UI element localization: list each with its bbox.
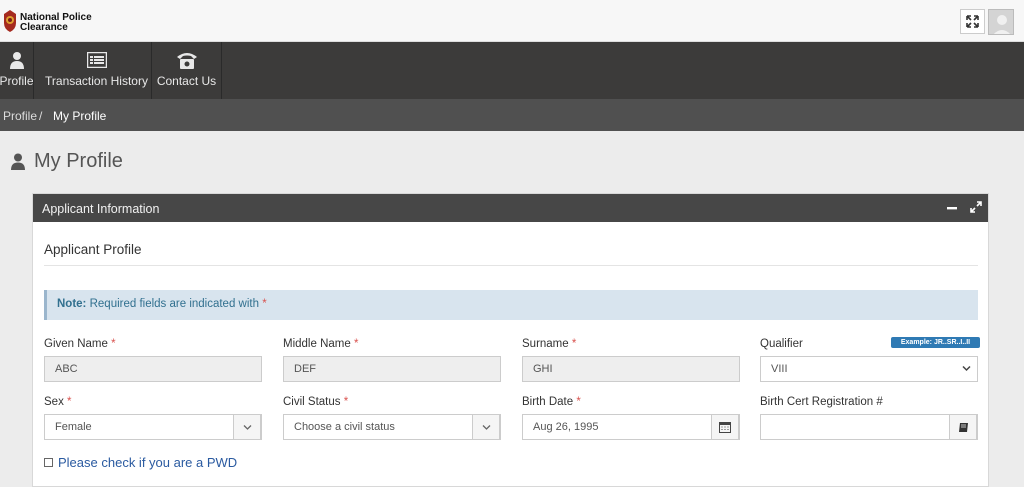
avatar-silhouette-icon [993,15,1011,34]
nav-item-contact-us[interactable]: Contact Us [152,42,222,99]
qualifier-select[interactable]: VIII [760,356,978,382]
breadcrumb: Profile / My Profile [0,99,1024,131]
required-mark: * [67,396,72,408]
birth-cert-addon [949,414,977,440]
label-text: Birth Date [522,396,574,408]
label-text: Given Name [44,338,108,350]
panel-header: Applicant Information [33,194,988,222]
required-mark: * [262,298,267,310]
phone-icon [176,51,198,69]
panel-title: Applicant Information [42,202,160,216]
civil-status-label: Civil Status * [283,396,348,408]
label-text: Sex [44,396,64,408]
pwd-checkbox-row[interactable]: Please check if you are a PWD [44,455,237,470]
label-text: Middle Name [283,338,351,350]
civil-status-dropdown-toggle[interactable] [472,414,500,440]
sex-dropdown-toggle[interactable] [233,414,261,440]
maximize-button[interactable] [970,201,982,216]
page-title-row: My Profile [10,148,123,174]
required-mark: * [353,338,359,350]
required-fields-note: Note: Required fields are indicated with… [44,290,978,320]
civil-status-value: Choose a civil status [294,421,395,433]
birth-date-value: Aug 26, 1995 [533,421,599,433]
sex-select[interactable]: Female [44,414,262,440]
user-icon [11,153,25,170]
nav-item-label: Contact Us [156,74,217,88]
required-mark: * [111,338,116,350]
civil-status-select[interactable]: Choose a civil status [283,414,501,440]
qualifier-label: Qualifier [760,338,803,350]
book-icon [958,422,968,432]
chevron-down-icon [482,424,490,430]
pwd-label[interactable]: Please check if you are a PWD [58,455,237,470]
main-navigation: Profile Transaction History Contact Us [0,42,1024,99]
surname-label: Surname * [522,338,576,350]
middle-name-input[interactable]: DEF [283,356,501,382]
required-mark: * [343,396,349,408]
fullscreen-button[interactable] [960,9,985,34]
collapse-button[interactable] [947,202,957,216]
sex-label: Sex * [44,396,72,408]
chevron-down-icon [962,365,971,372]
sex-value: Female [55,421,92,433]
calendar-icon [719,422,731,433]
minus-icon [947,207,957,210]
brand-name[interactable]: National Police Clearance [20,13,92,33]
chevron-down-icon [243,424,251,430]
label-text: Civil Status [283,396,341,408]
section-divider [44,265,978,266]
required-mark: * [576,396,581,408]
birth-date-label: Birth Date * [522,396,581,408]
middle-name-label: Middle Name * [283,338,358,350]
birth-date-input[interactable]: Aug 26, 1995 [522,414,740,440]
breadcrumb-separator: / [39,109,43,123]
required-mark: * [571,338,577,350]
list-icon [86,51,107,69]
note-text: Required fields are indicated with [89,298,259,310]
surname-input[interactable]: GHI [522,356,740,382]
given-name-input[interactable]: ABC [44,356,262,382]
expand-arrows-icon [970,201,982,213]
user-avatar[interactable] [988,9,1014,35]
note-prefix: Note: [57,298,87,310]
qualifier-value: VIII [771,363,788,375]
birth-cert-input[interactable] [760,414,978,440]
nav-item-transaction-history[interactable]: Transaction History [42,42,152,99]
brand-line-2: Clearance [20,22,68,33]
nav-item-label: Profile [0,74,34,88]
nav-item-profile[interactable]: Profile [0,42,34,99]
pwd-checkbox[interactable] [44,458,53,467]
calendar-button[interactable] [711,414,739,440]
police-logo-icon [4,10,16,32]
page-title: My Profile [34,149,123,172]
user-icon [9,51,25,69]
top-bar: National Police Clearance [0,0,1024,42]
applicant-information-panel: Applicant Information Applicant Profile … [32,193,989,487]
birth-cert-label: Birth Cert Registration # [760,396,883,408]
nav-item-label: Transaction History [45,74,148,88]
breadcrumb-current: My Profile [53,109,107,123]
label-text: Surname [522,338,569,350]
expand-icon [966,15,979,28]
qualifier-example-badge: Example: JR..SR..I..II [891,337,980,348]
breadcrumb-profile-link[interactable]: Profile [3,109,37,123]
given-name-label: Given Name * [44,338,116,350]
section-title: Applicant Profile [44,242,142,257]
